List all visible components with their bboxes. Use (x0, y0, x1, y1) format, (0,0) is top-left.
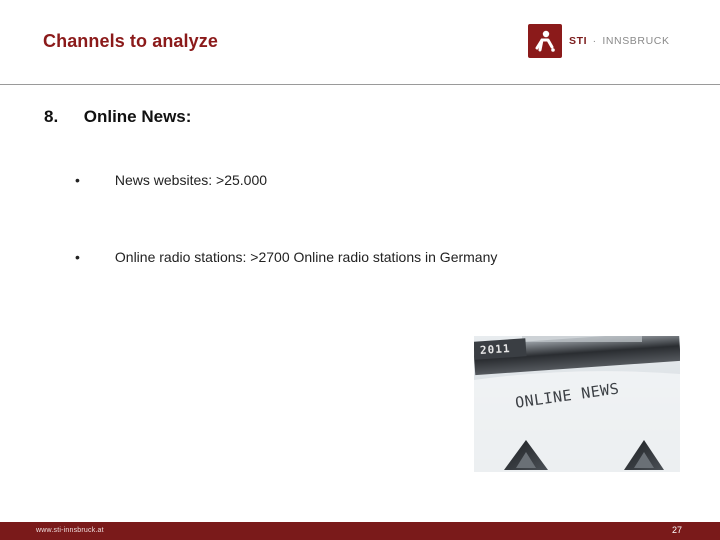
typewriter-key-label: 2011 (479, 341, 511, 358)
logo-brand: STI (569, 35, 588, 47)
bullet-dot: • (75, 249, 80, 265)
slide-title: Channels to analyze (43, 31, 218, 51)
bullet-text: Online radio stations: >2700 Online radi… (114, 249, 498, 265)
bullet-dot: • (75, 172, 80, 188)
page-number: 27 (671, 525, 682, 535)
logo-city: INNSBRUCK (602, 35, 670, 47)
bullet-text: News websites: >25.000 (114, 172, 268, 188)
logo-text: STI · INNSBRUCK (569, 35, 670, 47)
bullet-item: • News websites: >25.000 (75, 172, 267, 188)
bullet-item: • Online radio stations: >2700 Online ra… (75, 249, 497, 265)
online-news-typewriter-image: 2011 ONLINE NEWS (474, 336, 680, 472)
header-divider (0, 84, 720, 85)
footer-bar (0, 522, 720, 540)
section-number: 8. (44, 107, 59, 126)
section-heading-text: Online News: (83, 107, 192, 126)
section-heading: 8. Online News: (44, 107, 191, 127)
footer-url: www.sti-innsbruck.at (36, 527, 104, 534)
logo-separator: · (592, 35, 597, 47)
sti-figure-icon (528, 24, 562, 58)
